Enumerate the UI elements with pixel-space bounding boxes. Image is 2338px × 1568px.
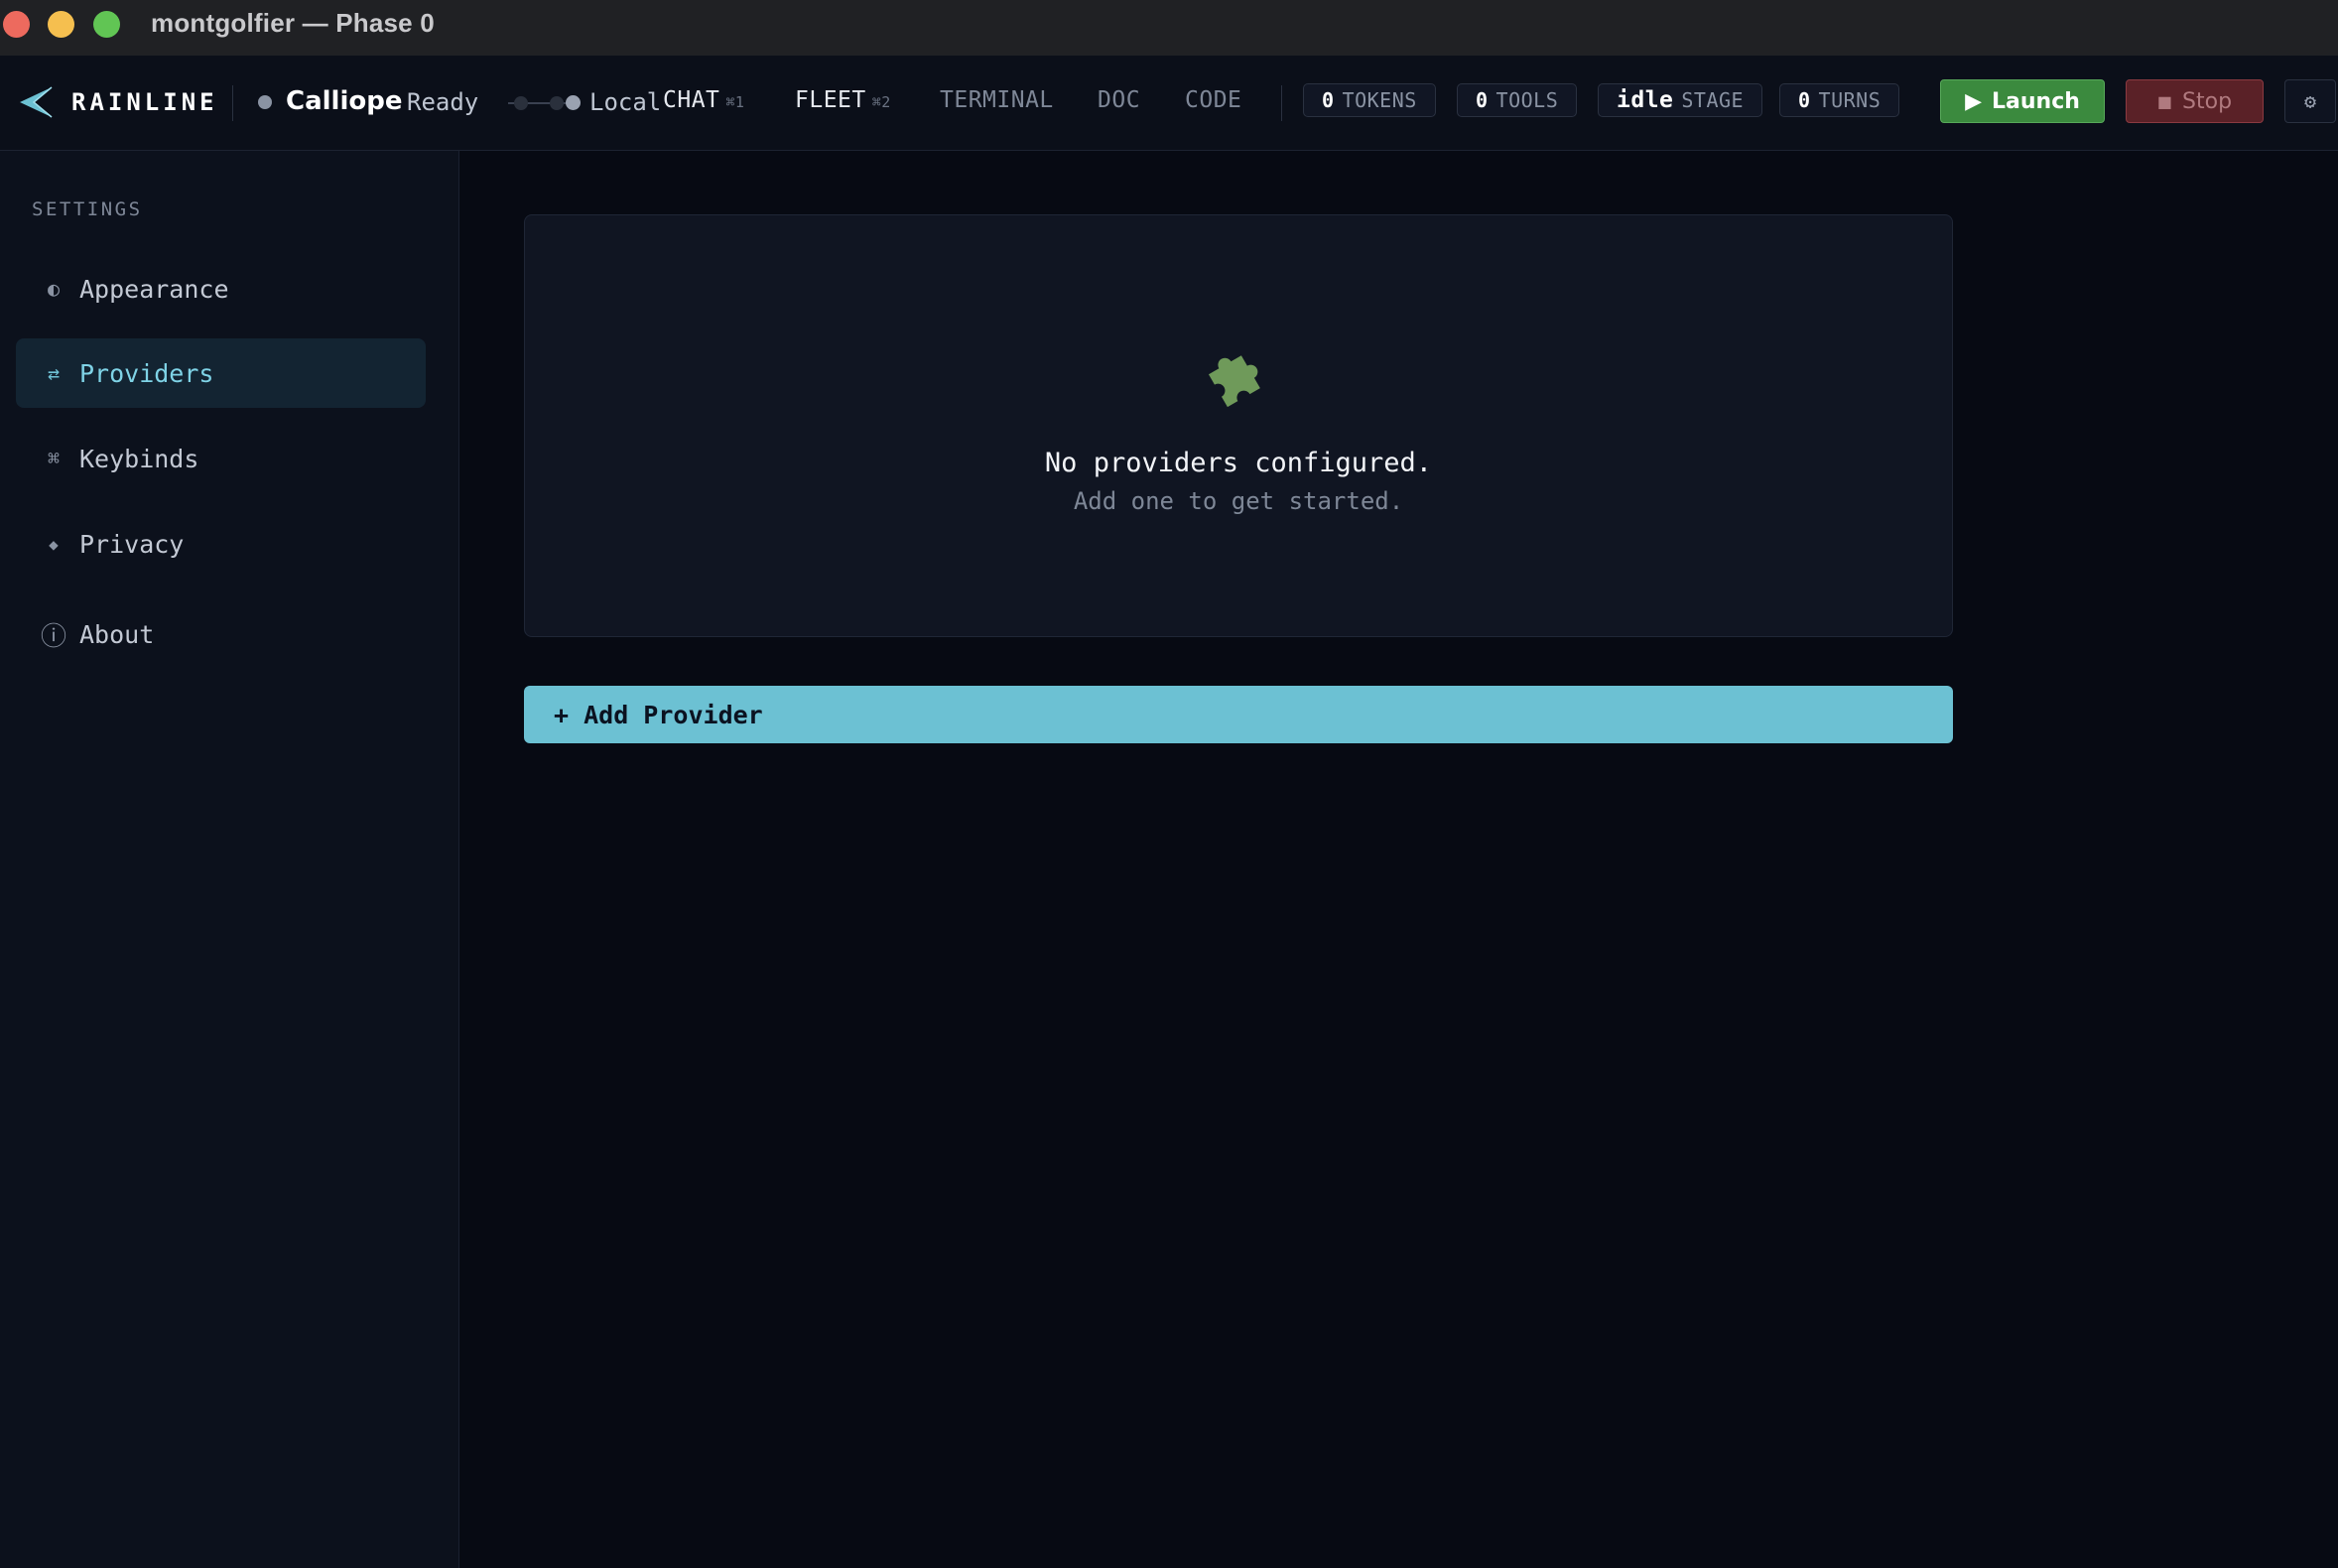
divider <box>1281 85 1282 121</box>
tools-stat: 0 TOOLS <box>1457 83 1578 117</box>
connection-node-dot <box>514 96 528 110</box>
top-toolbar: RAINLINE Calliope Ready Local CHAT ⌘1 FLE… <box>0 56 2338 151</box>
turns-stat: 0 TURNS <box>1779 83 1900 117</box>
stage-stat: idle STAGE <box>1598 83 1763 117</box>
tab-label: CHAT <box>663 87 720 113</box>
add-provider-label: + Add Provider <box>554 700 763 729</box>
tokens-stat: 0 TOKENS <box>1303 83 1436 117</box>
sidebar-item-privacy[interactable]: ◆ Privacy <box>16 509 426 579</box>
tools-value: 0 <box>1476 88 1489 112</box>
connection-node-dot <box>550 96 564 110</box>
stop-button[interactable]: ■ Stop <box>2126 79 2264 123</box>
sidebar-item-appearance[interactable]: ◐ Appearance <box>16 254 426 324</box>
gear-icon: ⚙ <box>2303 89 2317 113</box>
rainline-logo-icon <box>20 86 53 118</box>
tokens-value: 0 <box>1322 88 1335 112</box>
sidebar-item-label: Providers <box>79 358 214 388</box>
brand-name: RAINLINE <box>71 88 218 116</box>
window-maximize-button[interactable] <box>93 11 120 38</box>
window-minimize-button[interactable] <box>48 11 74 38</box>
launch-label: Launch <box>1992 88 2080 114</box>
stop-icon: ■ <box>2156 91 2173 111</box>
puzzle-piece-icon <box>1208 355 1260 408</box>
tab-label: FLEET <box>795 87 866 113</box>
sidebar-item-label: Appearance <box>79 274 229 304</box>
tab-label: DOC <box>1098 87 1141 113</box>
sidebar-item-providers[interactable]: ⇄ Providers <box>16 338 426 408</box>
connection-label: Local <box>589 88 662 116</box>
window-titlebar: montgolfier — Phase 0 <box>0 0 2338 57</box>
empty-state-subtitle: Add one to get started. <box>1073 487 1404 515</box>
turns-label: TURNS <box>1818 88 1882 112</box>
swap-arrows-icon: ⇄ <box>47 361 61 385</box>
tab-shortcut: ⌘1 <box>725 93 745 111</box>
tab-label: TERMINAL <box>940 87 1054 113</box>
tab-fleet[interactable]: FLEET ⌘2 <box>795 87 891 113</box>
connection-status-dot <box>566 95 581 110</box>
turns-value: 0 <box>1798 88 1811 112</box>
diamond-icon: ◆ <box>49 534 59 554</box>
play-icon: ▶ <box>1965 88 1982 114</box>
tools-label: TOOLS <box>1495 88 1559 112</box>
sidebar-item-label: Keybinds <box>79 444 199 473</box>
empty-state-title: No providers configured. <box>1044 448 1433 478</box>
launch-button[interactable]: ▶ Launch <box>1940 79 2105 123</box>
contrast-icon: ◐ <box>47 277 61 301</box>
window-title: montgolfier — Phase 0 <box>151 8 435 38</box>
stage-value: idle <box>1617 87 1674 113</box>
agent-status-dot <box>258 95 272 109</box>
sidebar-item-label: Privacy <box>79 529 185 559</box>
tab-doc[interactable]: DOC <box>1098 87 1140 113</box>
sidebar-heading: SETTINGS <box>32 198 143 220</box>
agent-status: Ready <box>407 88 479 116</box>
tab-code[interactable]: CODE <box>1185 87 1241 113</box>
tab-label: CODE <box>1185 87 1242 113</box>
agent-name[interactable]: Calliope <box>286 86 402 116</box>
providers-empty-state: No providers configured. Add one to get … <box>524 214 1953 637</box>
tab-terminal[interactable]: TERMINAL <box>940 87 1054 113</box>
tokens-label: TOKENS <box>1342 88 1417 112</box>
window-close-button[interactable] <box>3 11 30 38</box>
settings-sidebar: SETTINGS ◐ Appearance ⇄ Providers ⌘ Keyb… <box>0 151 459 1568</box>
info-icon: ⓘ <box>40 621 66 652</box>
stage-label: STAGE <box>1681 88 1745 112</box>
sidebar-item-label: About <box>79 619 155 649</box>
sidebar-item-about[interactable]: ⓘ About <box>16 599 426 669</box>
stop-label: Stop <box>2182 88 2233 114</box>
add-provider-button[interactable]: + Add Provider <box>524 686 1953 743</box>
tab-chat[interactable]: CHAT ⌘1 <box>663 87 744 113</box>
settings-button[interactable]: ⚙ <box>2284 79 2336 123</box>
command-key-icon: ⌘ <box>47 447 61 470</box>
sidebar-item-keybinds[interactable]: ⌘ Keybinds <box>16 424 426 493</box>
divider <box>232 85 233 121</box>
tab-shortcut: ⌘2 <box>871 93 891 111</box>
